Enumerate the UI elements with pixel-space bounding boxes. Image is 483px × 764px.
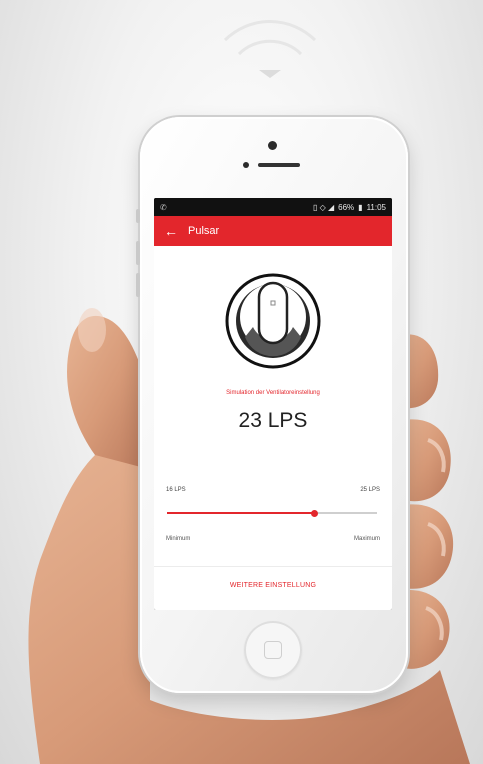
divider [154, 566, 392, 567]
arrow-left-icon[interactable]: ← [164, 224, 178, 238]
page-title: Pulsar [188, 225, 220, 237]
home-button[interactable] [244, 621, 302, 679]
mute-switch [136, 209, 140, 223]
status-icons: ▯ ◇ ◢ [312, 202, 335, 212]
notification-icon: ✆ [160, 202, 167, 212]
slider-thumb[interactable] [310, 509, 318, 517]
clock: 11:05 [366, 202, 386, 212]
phone: ✆ ▯ ◇ ◢ 66% ▮ 11:05 ← Pulsar Simulation … [136, 117, 408, 693]
airflow-value: 23 LPS [238, 409, 308, 432]
battery-icon: ▮ [358, 202, 363, 212]
min-value-label: 16 LPS [166, 487, 186, 493]
pulsar-ventilator-icon [225, 273, 321, 369]
more-settings-button[interactable]: WEITERE EINSTELLUNG [154, 582, 392, 589]
speaker-grille-icon [243, 162, 300, 168]
maximum-caption: Maximum [353, 536, 380, 542]
volume-up-button [136, 241, 140, 265]
app-bar: ← Pulsar [154, 216, 392, 246]
main-content: Simulation der Ventilatoreinstellung 23 … [154, 246, 392, 610]
battery-level: 66% [338, 202, 355, 212]
minimum-caption: Minimum [166, 536, 191, 542]
status-bar: ✆ ▯ ◇ ◢ 66% ▮ 11:05 [154, 198, 392, 216]
max-value-label: 25 LPS [360, 487, 380, 493]
airflow-slider[interactable] [167, 508, 377, 518]
front-camera-icon [268, 141, 277, 150]
volume-down-button [136, 273, 140, 297]
slider-fill [167, 512, 314, 514]
phone-screen: ✆ ▯ ◇ ◢ 66% ▮ 11:05 ← Pulsar Simulation … [154, 198, 392, 610]
simulation-label: Simulation der Ventilatoreinstellung [226, 390, 320, 396]
home-square-icon [264, 641, 282, 659]
